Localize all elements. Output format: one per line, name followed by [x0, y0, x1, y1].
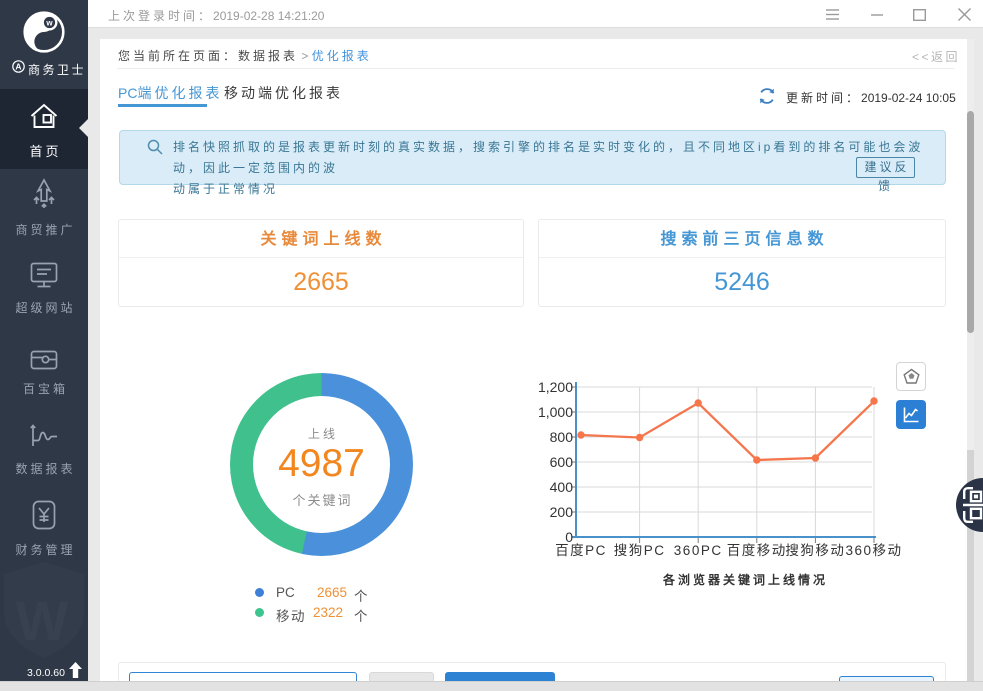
svg-text:360移动: 360移动 — [845, 543, 902, 558]
svg-text:1,200: 1,200 — [538, 379, 573, 395]
svg-text:400: 400 — [550, 479, 574, 495]
svg-text:W: W — [16, 589, 69, 652]
svg-text:360PC: 360PC — [674, 543, 723, 558]
svg-text:搜狗PC: 搜狗PC — [614, 543, 666, 558]
svg-text:800: 800 — [550, 429, 574, 445]
svg-text:百度移动: 百度移动 — [727, 543, 787, 558]
svg-text:600: 600 — [550, 454, 574, 470]
svg-text:1,000: 1,000 — [538, 404, 573, 420]
svg-text:200: 200 — [550, 504, 574, 520]
svg-text:百度PC: 百度PC — [555, 543, 607, 558]
svg-text:w: w — [45, 18, 53, 27]
svg-text:搜狗移动: 搜狗移动 — [785, 543, 845, 558]
svg-text:A: A — [15, 62, 21, 72]
